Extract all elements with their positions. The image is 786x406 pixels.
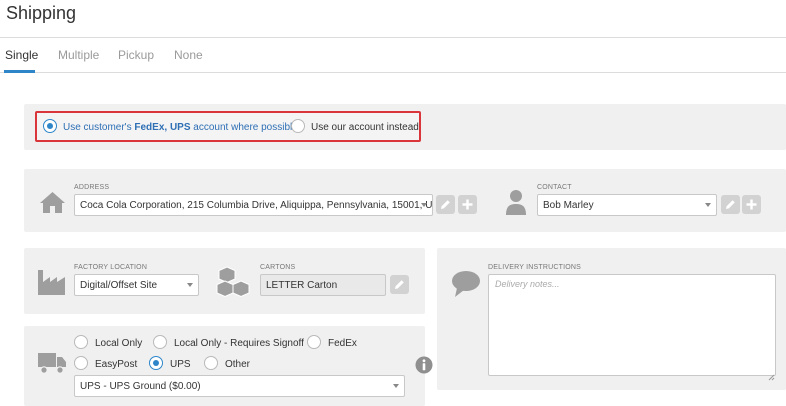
pencil-icon <box>441 200 450 209</box>
truck-icon <box>37 351 67 380</box>
address-value: Coca Cola Corporation, 215 Columbia Driv… <box>80 200 433 211</box>
active-tab-indicator <box>4 70 35 73</box>
chevron-down-icon <box>187 283 193 287</box>
contact-select[interactable]: Bob Marley <box>537 194 717 216</box>
edit-address-button[interactable] <box>436 195 455 214</box>
address-caption: ADDRESS <box>74 184 110 191</box>
pencil-icon <box>726 200 735 209</box>
shipping-tabs: Single Multiple Pickup None <box>0 38 786 73</box>
factory-location-caption: FACTORY LOCATION <box>74 264 148 271</box>
carrier-label-ups[interactable]: UPS <box>170 359 191 370</box>
edit-contact-button[interactable] <box>721 195 740 214</box>
address-select[interactable]: Coca Cola Corporation, 215 Columbia Driv… <box>74 194 433 216</box>
cartons-caption: CARTONS <box>260 264 296 271</box>
carrier-radio-easypost[interactable] <box>74 356 88 370</box>
add-contact-button[interactable] <box>742 195 761 214</box>
carrier-radio-other[interactable] <box>204 356 218 370</box>
info-icon[interactable] <box>415 356 433 379</box>
plus-icon <box>462 199 473 210</box>
add-address-button[interactable] <box>458 195 477 214</box>
carrier-radio-local-only[interactable] <box>74 335 88 349</box>
carrier-label-fedex[interactable]: FedEx <box>328 338 357 349</box>
carrier-label-local-only[interactable]: Local Only <box>95 338 142 349</box>
factory-location-select[interactable]: Digital/Offset Site <box>74 274 199 296</box>
factory-location-value: Digital/Offset Site <box>80 280 158 291</box>
home-icon <box>39 191 66 219</box>
contact-caption: CONTACT <box>537 184 572 191</box>
delivery-notes-input[interactable] <box>488 274 776 376</box>
chevron-down-icon <box>393 384 399 388</box>
tab-single[interactable]: Single <box>5 48 38 62</box>
pencil-icon <box>395 280 404 289</box>
carrier-label-easypost[interactable]: EasyPost <box>95 359 137 370</box>
carrier-service-value: UPS - UPS Ground ($0.00) <box>80 381 201 392</box>
person-icon <box>505 189 527 221</box>
page-title: Shipping <box>6 3 77 23</box>
edit-cartons-button[interactable] <box>390 275 409 294</box>
cartons-field: LETTER Carton <box>260 274 386 296</box>
carrier-radio-fedex[interactable] <box>307 335 321 349</box>
contact-value: Bob Marley <box>543 200 594 211</box>
chevron-down-icon <box>705 203 711 207</box>
resize-handle-icon[interactable] <box>768 368 775 386</box>
carrier-service-select[interactable]: UPS - UPS Ground ($0.00) <box>74 375 405 397</box>
chevron-down-icon <box>421 203 427 207</box>
carrier-label-other[interactable]: Other <box>225 359 250 370</box>
factory-icon <box>37 266 67 301</box>
cartons-value: LETTER Carton <box>266 280 338 291</box>
plus-icon <box>746 199 757 210</box>
carrier-radio-ups[interactable] <box>149 356 163 370</box>
carrier-label-local-signoff[interactable]: Local Only - Requires Signoff <box>174 338 304 349</box>
delivery-caption: DELIVERY INSTRUCTIONS <box>488 264 582 271</box>
our-account-radio[interactable] <box>291 119 305 133</box>
speech-bubble-icon <box>451 270 481 303</box>
our-account-label[interactable]: Use our account instead <box>311 122 419 133</box>
tab-none[interactable]: None <box>174 48 203 62</box>
boxes-icon <box>216 266 252 303</box>
tab-pickup[interactable]: Pickup <box>118 48 154 62</box>
customer-account-radio[interactable] <box>43 119 57 133</box>
tab-multiple[interactable]: Multiple <box>58 48 99 62</box>
customer-account-label[interactable]: Use customer's FedEx, UPS account where … <box>63 122 298 133</box>
carrier-radio-local-signoff[interactable] <box>153 335 167 349</box>
